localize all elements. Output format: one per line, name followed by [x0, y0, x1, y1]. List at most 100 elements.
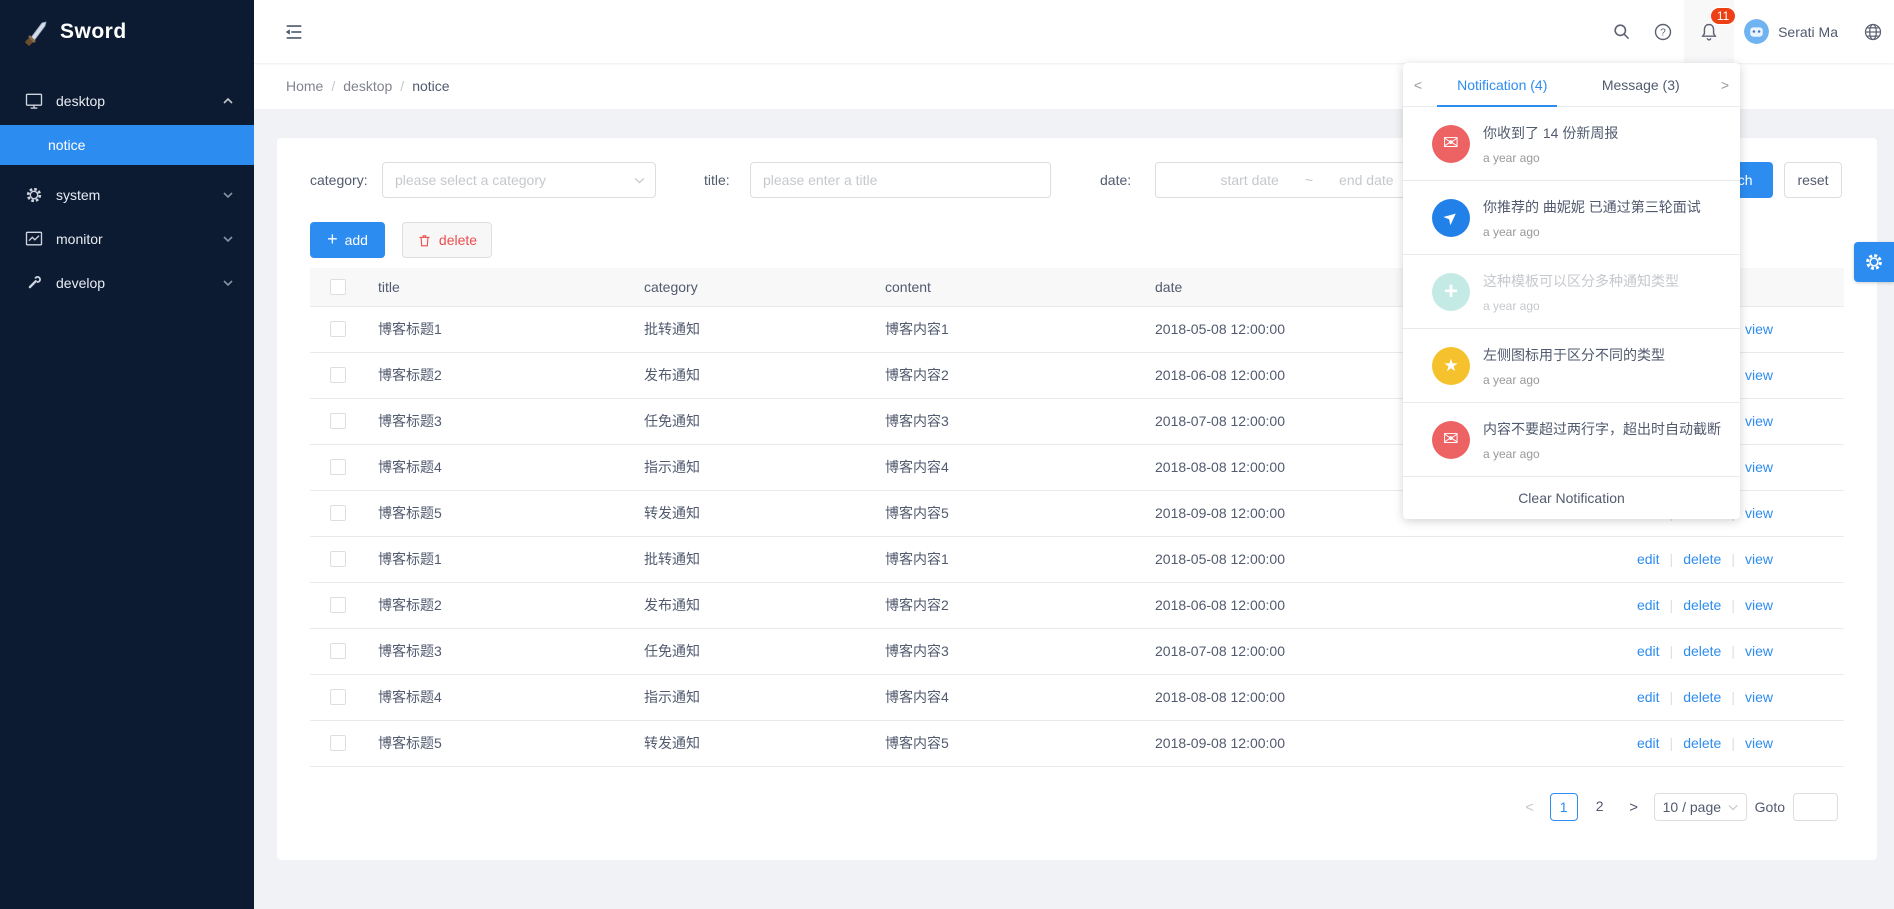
language-button[interactable] [1852, 0, 1894, 63]
row-checkbox[interactable] [330, 643, 346, 659]
view-link[interactable]: view [1745, 321, 1773, 337]
notification-item[interactable]: ➤ 你推荐的 曲妮妮 已通过第三轮面试 a year ago [1403, 181, 1740, 255]
pagination-prev-button[interactable]: < [1518, 799, 1542, 816]
view-link[interactable]: view [1745, 597, 1773, 613]
row-checkbox[interactable] [330, 735, 346, 751]
category-select[interactable]: please select a category [382, 162, 656, 198]
add-button[interactable]: + add [310, 222, 385, 258]
reset-button[interactable]: reset [1784, 162, 1842, 198]
action-separator: | [1670, 597, 1674, 613]
chevron-down-icon [222, 235, 234, 243]
cell-category: 批转通知 [644, 306, 885, 352]
edit-link[interactable]: edit [1637, 689, 1660, 705]
notification-time: a year ago [1483, 225, 1701, 239]
pagination-next-button[interactable]: > [1622, 799, 1646, 816]
cell-title: 博客标题2 [378, 352, 644, 398]
row-checkbox[interactable] [330, 413, 346, 429]
action-separator: | [1731, 643, 1735, 659]
view-link[interactable]: view [1745, 689, 1773, 705]
view-link[interactable]: view [1745, 551, 1773, 567]
select-all-checkbox[interactable] [330, 279, 346, 295]
page-size-select[interactable]: 10 / page [1654, 793, 1747, 821]
tab-notification[interactable]: Notification (4) [1433, 77, 1572, 93]
sidebar-item-label: desktop [56, 93, 222, 109]
delete-link[interactable]: delete [1683, 735, 1721, 751]
view-link[interactable]: view [1745, 413, 1773, 429]
notification-time: a year ago [1483, 151, 1618, 165]
edit-link[interactable]: edit [1637, 643, 1660, 659]
delete-link[interactable]: delete [1683, 597, 1721, 613]
date-label: date: [1100, 162, 1131, 198]
sidebar-item-develop[interactable]: develop [0, 261, 254, 305]
cell-content: 博客内容1 [885, 536, 1155, 582]
clear-notification-button[interactable]: Clear Notification [1403, 477, 1740, 519]
action-separator: | [1731, 551, 1735, 567]
breadcrumb-home[interactable]: Home [286, 78, 323, 94]
view-link[interactable]: view [1745, 643, 1773, 659]
table-row: 博客标题3 任免通知 博客内容3 2018-07-08 12:00:00 edi… [310, 628, 1844, 674]
end-date-placeholder: end date [1339, 172, 1394, 188]
notification-bell-button[interactable]: 11 [1684, 0, 1734, 63]
edit-link[interactable]: edit [1637, 597, 1660, 613]
view-link[interactable]: view [1745, 367, 1773, 383]
notification-item[interactable]: + 这种模板可以区分多种通知类型 a year ago [1403, 255, 1740, 329]
sidebar-item-label: monitor [56, 231, 222, 247]
sidebar-collapse-button[interactable] [278, 16, 310, 48]
view-link[interactable]: view [1745, 505, 1773, 521]
delete-button[interactable]: delete [402, 222, 492, 258]
user-menu[interactable]: Serati Ma [1734, 0, 1852, 63]
view-link[interactable]: view [1745, 735, 1773, 751]
page-size-value: 10 / page [1663, 799, 1721, 815]
svg-text:?: ? [1660, 27, 1666, 38]
delete-link[interactable]: delete [1683, 551, 1721, 567]
sword-icon [22, 18, 50, 46]
row-checkbox[interactable] [330, 367, 346, 383]
mail-icon: ✉ [1432, 421, 1470, 459]
tab-message[interactable]: Message (3) [1572, 77, 1711, 93]
app-logo[interactable]: Sword [0, 0, 254, 63]
title-input[interactable] [750, 162, 1051, 198]
sidebar-item-desktop[interactable]: desktop [0, 77, 254, 125]
user-name: Serati Ma [1778, 24, 1838, 40]
row-checkbox[interactable] [330, 597, 346, 613]
row-checkbox[interactable] [330, 689, 346, 705]
cell-category: 任免通知 [644, 628, 885, 674]
sidebar-item-system[interactable]: system [0, 173, 254, 217]
goto-page-input[interactable] [1793, 793, 1838, 821]
row-checkbox[interactable] [330, 505, 346, 521]
column-header-title: title [378, 268, 644, 306]
search-icon [1612, 22, 1631, 41]
cell-date: 2018-06-08 12:00:00 [1155, 582, 1590, 628]
gear-icon [1863, 251, 1885, 273]
sidebar-item-monitor[interactable]: monitor [0, 217, 254, 261]
notification-tabs: < Notification (4) Message (3) > [1403, 63, 1740, 107]
help-button[interactable]: ? [1642, 0, 1684, 63]
row-checkbox[interactable] [330, 551, 346, 567]
row-checkbox[interactable] [330, 459, 346, 475]
delete-link[interactable]: delete [1683, 689, 1721, 705]
action-separator: | [1670, 735, 1674, 751]
search-button[interactable] [1600, 0, 1642, 63]
notification-item[interactable]: ✉ 你收到了 14 份新周报 a year ago [1403, 107, 1740, 181]
tabs-scroll-left-icon[interactable]: < [1403, 77, 1433, 93]
sidebar-item-notice[interactable]: notice [0, 125, 254, 165]
edit-link[interactable]: edit [1637, 735, 1660, 751]
tabs-scroll-right-icon[interactable]: > [1710, 77, 1740, 93]
notification-item[interactable]: ★ 左侧图标用于区分不同的类型 a year ago [1403, 329, 1740, 403]
cell-category: 指示通知 [644, 674, 885, 720]
row-checkbox[interactable] [330, 321, 346, 337]
cell-date: 2018-07-08 12:00:00 [1155, 628, 1590, 674]
edit-link[interactable]: edit [1637, 551, 1660, 567]
cell-title: 博客标题2 [378, 582, 644, 628]
delete-link[interactable]: delete [1683, 643, 1721, 659]
view-link[interactable]: view [1745, 459, 1773, 475]
breadcrumb-separator: / [331, 78, 335, 94]
plus-icon: + [1432, 273, 1470, 311]
breadcrumb-desktop[interactable]: desktop [343, 78, 392, 94]
table-row: 博客标题4 指示通知 博客内容4 2018-08-08 12:00:00 edi… [310, 674, 1844, 720]
pagination-page-1[interactable]: 1 [1550, 793, 1578, 821]
cell-title: 博客标题1 [378, 536, 644, 582]
notification-item[interactable]: ✉ 内容不要超过两行字，超出时自动截断 a year ago [1403, 403, 1740, 477]
settings-drawer-button[interactable] [1854, 242, 1894, 282]
pagination-page-2[interactable]: 2 [1586, 793, 1614, 821]
